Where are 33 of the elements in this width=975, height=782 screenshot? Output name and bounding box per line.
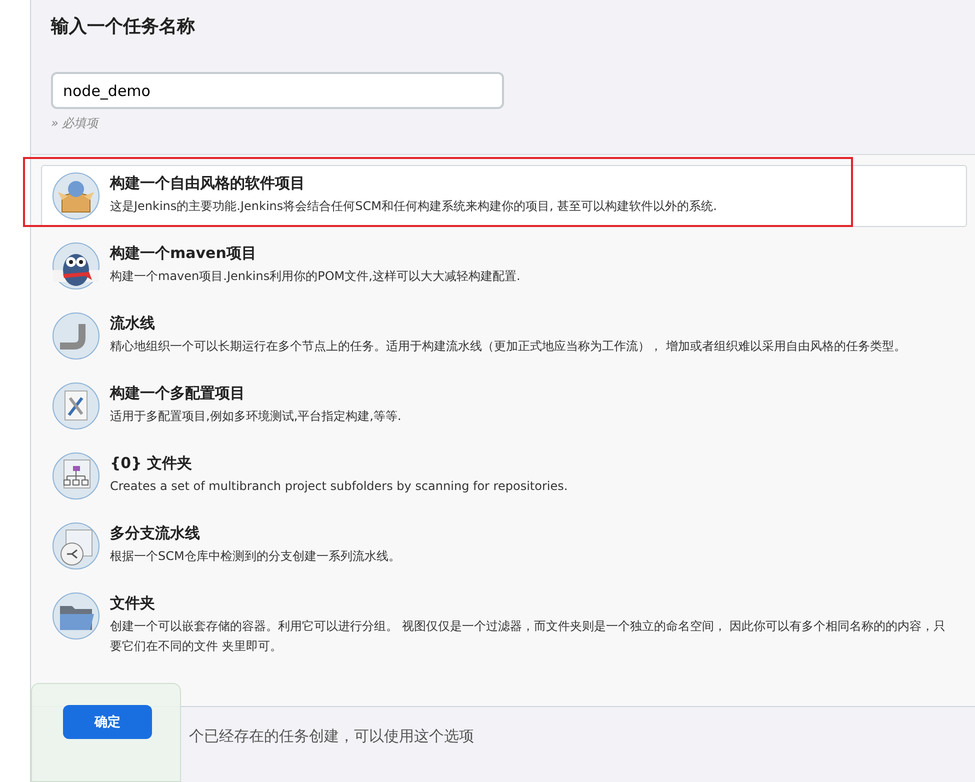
job-type-title: 构建一个maven项目 <box>110 244 258 263</box>
job-type-description: 创建一个可以嵌套存储的容器。利用它可以进行分组。 视图仅仅是一个过滤器，而文件夹则是一个独立的命名空间， 因此你可以有多个相同名称的的内容，只要它们在不同的文件 夹里即可。 <box>110 618 947 655</box>
required-hint: » 必填项 <box>51 115 100 132</box>
folder-icon <box>52 592 100 640</box>
job-type-description: 构建一个maven项目.Jenkins利用你的POM文件,这样可以大大减轻构建配置. <box>110 268 522 285</box>
job-type-description: 这是Jenkins的主要功能.Jenkins将会结合任何SCM和任何构建系统来构建你的项目, 甚至可以构建软件以外的系统. <box>110 198 718 215</box>
page-heading: 输入一个任务名称 <box>51 15 196 38</box>
job-type-item[interactable]: 构建一个多配置项目 适用于多配置项目,例如多环境测试,平台指定构建,等等. <box>41 375 967 437</box>
job-type-title: 文件夹 <box>110 594 156 613</box>
job-type-item[interactable]: 多分支流水线 根据一个SCM仓库中检测到的分支创建一系列流水线。 <box>41 515 967 577</box>
job-type-description: 适用于多配置项目,例如多环境测试,平台指定构建,等等. <box>110 408 402 425</box>
job-type-title: 流水线 <box>110 314 156 333</box>
branch-icon <box>52 522 100 570</box>
job-type-item[interactable]: 流水线 精心地组织一个可以长期运行在多个节点上的任务。适用于构建流水线（更加正式地应当称为工作流）， 增加或者组织难以采用自由风格的任务类型。 <box>41 305 967 367</box>
job-type-title: 构建一个多配置项目 <box>110 384 246 403</box>
copy-from-hint: 个已经存在的任务创建，可以使用这个选项 <box>189 727 475 746</box>
job-type-description: Creates a set of multibranch project subfolders by scanning for repositories. <box>110 478 569 495</box>
job-type-item[interactable]: 构建一个自由风格的软件项目 这是Jenkins的主要功能.Jenkins将会结合任何SCM和任何构建系统来构建你的项目, 甚至可以构建软件以外的系统. <box>41 165 967 227</box>
job-type-description: 根据一个SCM仓库中检测到的分支创建一系列流水线。 <box>110 548 402 565</box>
task-name-field[interactable]: node_demo <box>51 72 504 109</box>
job-type-item[interactable]: 文件夹 创建一个可以嵌套存储的容器。利用它可以进行分组。 视图仅仅是一个过滤器，而文件夹则是一个独立的命名空间， 因此你可以有多个相同名称的的内容，只要它们在不同的文件 夹里即可。 <box>41 585 967 663</box>
owl-icon <box>52 242 100 290</box>
box-icon <box>52 172 100 220</box>
job-type-item[interactable]: 构建一个maven项目 构建一个maven项目.Jenkins利用你的POM文件,这样可以大大减轻构建配置. <box>41 235 967 297</box>
job-type-title: {0} 文件夹 <box>110 454 194 473</box>
pipe-icon <box>52 312 100 360</box>
job-type-title: 构建一个自由风格的软件项目 <box>110 174 306 193</box>
job-type-title: 多分支流水线 <box>110 524 201 543</box>
folder-tree-icon <box>52 452 100 500</box>
ok-button[interactable]: 确定 <box>63 705 152 739</box>
job-type-description: 精心地组织一个可以长期运行在多个节点上的任务。适用于构建流水线（更加正式地应当称为工作流）， 增加或者组织难以采用自由风格的任务类型。 <box>110 338 907 355</box>
job-type-item[interactable]: {0} 文件夹 Creates a set of multibranch project subfolders by scanning for repositories. <box>41 445 967 507</box>
tools-icon <box>52 382 100 430</box>
